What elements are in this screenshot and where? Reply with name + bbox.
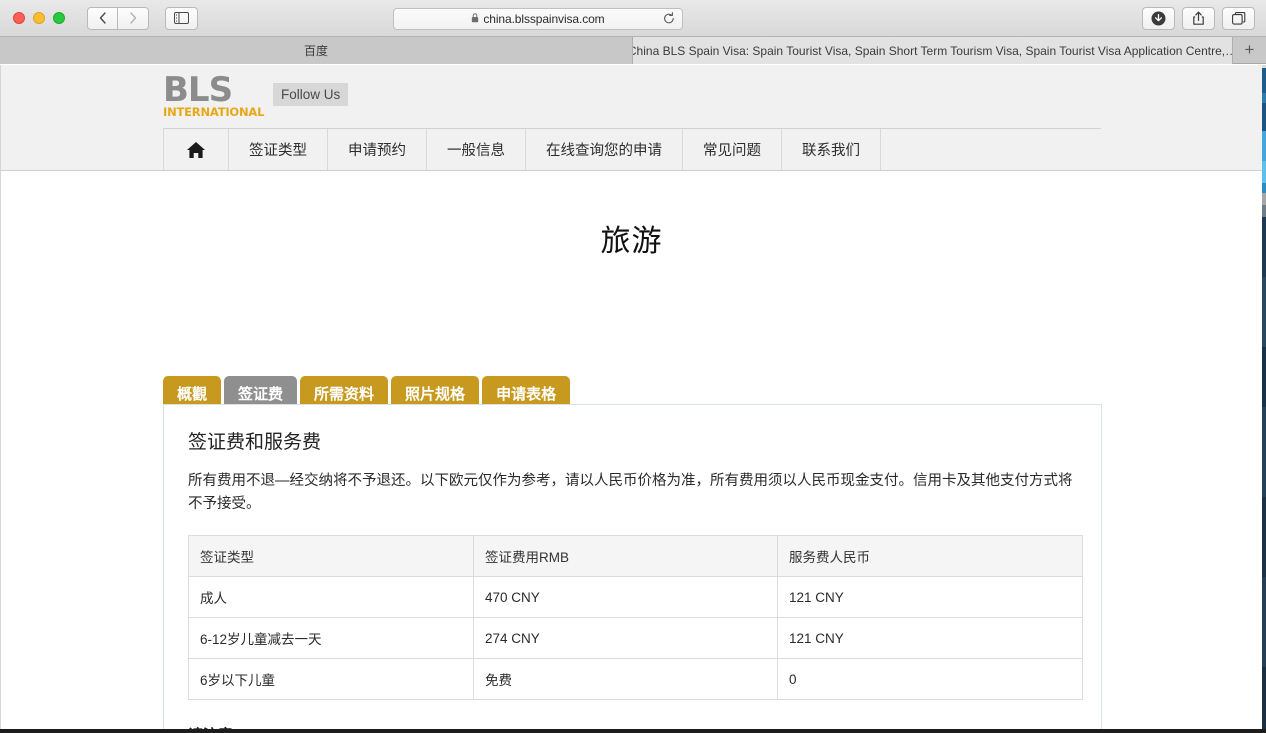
logo-international-text: INTERNATIONAL bbox=[163, 105, 265, 119]
cell-visa-type: 6岁以下儿童 bbox=[188, 658, 474, 700]
section-title: 签证费和服务费 bbox=[188, 432, 322, 453]
fees-table: 签证类型 签证费用RMB 服务费人民币 成人 470 CNY 121 CNY 6… bbox=[188, 535, 1083, 700]
sidebar-toggle-button[interactable] bbox=[165, 6, 198, 30]
address-bar[interactable]: china.blsspainvisa.com bbox=[393, 8, 683, 30]
lock-icon bbox=[471, 13, 479, 25]
page-title: 旅游 bbox=[600, 225, 663, 258]
browser-tab-baidu[interactable]: 百度 bbox=[0, 37, 633, 64]
main-nav-items: 签证类型 申请预约 一般信息 在线查询您的申请 常见问题 联系我们 bbox=[163, 129, 881, 170]
reload-icon[interactable] bbox=[663, 11, 675, 27]
bottom-edge-strip bbox=[0, 729, 1266, 733]
site-header: BLS INTERNATIONAL Follow Us bbox=[1, 65, 1262, 170]
nav-item-faq[interactable]: 常见问题 bbox=[683, 129, 782, 170]
navigation-buttons bbox=[87, 6, 149, 30]
new-tab-button[interactable]: + bbox=[1233, 37, 1266, 63]
nav-item-visa-types[interactable]: 签证类型 bbox=[229, 129, 328, 170]
toolbar-right-buttons bbox=[1142, 7, 1255, 30]
cell-visa-fee: 免费 bbox=[473, 658, 778, 700]
download-icon bbox=[1151, 11, 1166, 26]
nav-item-home[interactable] bbox=[163, 129, 229, 170]
minimize-window-button[interactable] bbox=[33, 12, 45, 24]
forward-button[interactable] bbox=[118, 6, 149, 30]
share-icon bbox=[1193, 11, 1204, 25]
page-content: 旅游 概觀 签证费 所需资料 照片规格 申请表格 签证费和服务费 所有费用不退—… bbox=[1, 171, 1262, 733]
back-button[interactable] bbox=[87, 6, 118, 30]
page-viewport: BLS INTERNATIONAL Follow Us 签证类型 申请预约 一般… bbox=[0, 65, 1266, 733]
browser-tab-bls[interactable]: China BLS Spain Visa: Spain Tourist Visa… bbox=[633, 37, 1233, 64]
nav-item-appointment[interactable]: 申请预约 bbox=[328, 129, 427, 170]
cell-visa-type: 6-12岁儿童减去一天 bbox=[188, 617, 474, 659]
close-window-button[interactable] bbox=[13, 12, 25, 24]
show-all-tabs-icon bbox=[1231, 12, 1245, 25]
follow-us-label: Follow Us bbox=[273, 83, 349, 106]
table-row: 成人 470 CNY 121 CNY bbox=[188, 576, 1083, 618]
url-text: china.blsspainvisa.com bbox=[483, 12, 605, 26]
maximize-window-button[interactable] bbox=[53, 12, 65, 24]
cell-service-fee: 0 bbox=[777, 658, 1083, 700]
logo-bls-text: BLS bbox=[163, 70, 233, 110]
bls-logo[interactable]: BLS INTERNATIONAL bbox=[163, 70, 265, 119]
table-row: 6-12岁儿童减去一天 274 CNY 121 CNY bbox=[188, 617, 1083, 659]
web-page: BLS INTERNATIONAL Follow Us 签证类型 申请预约 一般… bbox=[0, 65, 1262, 733]
browser-toolbar: china.blsspainvisa.com bbox=[0, 0, 1266, 37]
home-icon bbox=[187, 141, 205, 158]
cell-service-fee: 121 CNY bbox=[777, 576, 1083, 618]
col-header-visa-type: 签证类型 bbox=[188, 535, 474, 577]
tab-strip: 百度 China BLS Spain Visa: Spain Tourist V… bbox=[0, 37, 1266, 64]
col-header-service-fee: 服务费人民币 bbox=[777, 535, 1083, 577]
background-window-sliver bbox=[1262, 65, 1266, 733]
downloads-button[interactable] bbox=[1142, 7, 1175, 30]
browser-window: china.blsspainvisa.com 百度 China BLS Spai… bbox=[0, 0, 1266, 733]
table-header-row: 签证类型 签证费用RMB 服务费人民币 bbox=[188, 535, 1083, 577]
cell-visa-fee: 274 CNY bbox=[473, 617, 778, 659]
cell-visa-fee: 470 CNY bbox=[473, 576, 778, 618]
nav-item-track[interactable]: 在线查询您的申请 bbox=[526, 129, 683, 170]
intro-paragraph: 所有费用不退—经交纳将不予退还。以下欧元仅作为参考，请以人民币价格为准，所有费用… bbox=[188, 473, 1073, 512]
window-controls bbox=[13, 12, 65, 24]
chevron-left-icon bbox=[99, 12, 106, 24]
tab-panel: 签证费和服务费 所有费用不退—经交纳将不予退还。以下欧元仅作为参考，请以人民币价… bbox=[163, 404, 1102, 733]
main-navigation-bar: 签证类型 申请预约 一般信息 在线查询您的申请 常见问题 联系我们 bbox=[1, 128, 1262, 171]
cell-service-fee: 121 CNY bbox=[777, 617, 1083, 659]
cell-visa-type: 成人 bbox=[188, 576, 474, 618]
share-button[interactable] bbox=[1182, 7, 1215, 30]
chevron-right-icon bbox=[129, 12, 136, 24]
col-header-visa-fee: 签证费用RMB bbox=[473, 535, 778, 577]
nav-item-general-info[interactable]: 一般信息 bbox=[427, 129, 526, 170]
show-all-tabs-button[interactable] bbox=[1222, 7, 1255, 30]
sidebar-toggle-icon bbox=[174, 12, 189, 24]
nav-item-contact[interactable]: 联系我们 bbox=[782, 129, 881, 170]
table-row: 6岁以下儿童 免费 0 bbox=[188, 658, 1083, 700]
